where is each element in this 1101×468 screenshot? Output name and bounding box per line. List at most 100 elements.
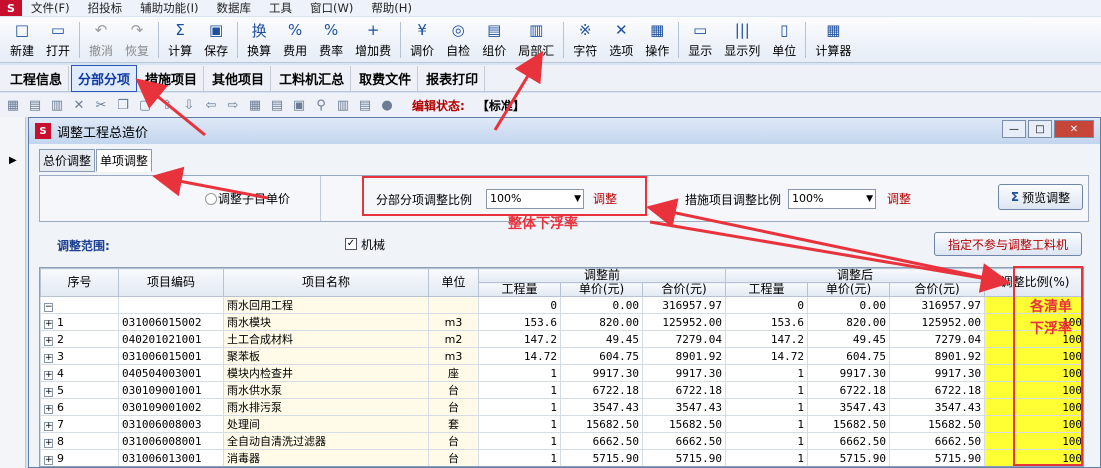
table-row[interactable]: +7 031006008003 处理间套 1 15682.50 15682.50 1 1568… — [40, 415, 1083, 433]
menu-help[interactable]: 帮助(H) — [362, 0, 421, 16]
machine-checkbox[interactable]: ✓ — [345, 238, 357, 250]
tab-single-adjust[interactable]: 单项调整 — [96, 149, 153, 172]
tab-fee-file[interactable]: 取费文件 — [353, 65, 419, 91]
menu-aux[interactable]: 辅助功能(I) — [131, 0, 207, 16]
expand-icon[interactable]: + — [44, 353, 53, 363]
toolbar-display-button[interactable]: ▭ 显示 — [682, 18, 718, 62]
minimize-icon[interactable]: — — [1002, 120, 1026, 138]
move-right-icon[interactable]: ⇨ — [225, 97, 241, 113]
toolbar-options-button[interactable]: ✕ 选项 — [603, 18, 639, 62]
layout-icon[interactable]: ▤ — [269, 97, 285, 113]
options-icon: ✕ — [614, 21, 628, 39]
table-row[interactable]: +2 040201021001 土工合成材料 m2 147.2 49.45 7279.04 1… — [40, 330, 1083, 348]
total-after-cell: 7279.04 — [889, 330, 986, 348]
table-row[interactable]: +9 031006013001 消毒器台 1 5715.90 5715.90 1 5715.9… — [40, 449, 1083, 466]
toolbar-self-check-button[interactable]: ◎ 自检 — [440, 18, 476, 62]
toolbar-calculator-button[interactable]: ▦ 计算器 — [809, 18, 857, 62]
find-icon[interactable]: ⚲ — [313, 97, 329, 113]
cut-icon[interactable]: ✂ — [93, 97, 109, 113]
tab-other-items[interactable]: 其他项目 — [206, 65, 272, 91]
seq-cell: +1 — [40, 313, 119, 331]
menu-bidding[interactable]: 招投标 — [79, 0, 132, 16]
tab-fenbu-fenxiang[interactable]: 分部分项 — [71, 64, 138, 92]
expand-icon[interactable]: + — [44, 370, 53, 380]
col-qty-before[interactable]: 工程量 — [478, 282, 561, 297]
measures-ratio-select[interactable]: 100% ▼ — [788, 189, 876, 209]
toolbar-new-file-button[interactable]: □ 新建 — [4, 18, 40, 62]
insert-child-icon[interactable]: ▥ — [49, 97, 65, 113]
col-price-before[interactable]: 单价(元) — [560, 282, 643, 297]
table-row[interactable]: +5 030109001001 雨水供水泵台 1 6722.18 6722.18 1 6722… — [40, 381, 1083, 399]
menu-tools[interactable]: 工具 — [260, 0, 301, 16]
move-up-icon[interactable]: ⇧ — [159, 97, 175, 113]
tab-report-print[interactable]: 报表打印 — [420, 65, 486, 91]
expand-icon[interactable]: + — [44, 421, 53, 431]
table-row[interactable]: +1 031006015002 雨水模块 m3 153.6 820.00 125952.00… — [40, 313, 1083, 331]
collapse-icon[interactable]: − — [44, 302, 53, 312]
expand-icon[interactable]: + — [44, 455, 53, 465]
toolbar-char-button[interactable]: ※ 字符 — [567, 18, 603, 62]
measures-adjust-link[interactable]: 调整 — [887, 190, 911, 207]
col-qty-after[interactable]: 工程量 — [725, 282, 809, 297]
move-down-icon[interactable]: ⇩ — [181, 97, 197, 113]
preview-adjust-button[interactable]: Σ 预览调整 — [998, 184, 1083, 210]
exclude-materials-button[interactable]: 指定不参与调整工料机 — [934, 232, 1082, 256]
grid-icon[interactable]: ▦ — [5, 97, 21, 113]
filter-icon[interactable]: ▤ — [357, 97, 373, 113]
undo-icon: ↶ — [94, 21, 108, 39]
toolbar-columns-button[interactable]: ||| 显示列 — [718, 18, 766, 62]
toolbar-open-folder-button[interactable]: ▭ 打开 — [40, 18, 76, 62]
toolbar-redo-button[interactable]: ↷ 恢复 — [119, 18, 155, 62]
seq-cell: +8 — [40, 432, 119, 450]
expand-icon[interactable]: + — [44, 319, 53, 329]
close-icon[interactable]: ✕ — [1054, 120, 1094, 138]
toolbar-rate-button[interactable]: % 费率 — [313, 18, 349, 62]
toolbar-yen-button[interactable]: ¥ 调价 — [404, 18, 440, 62]
expand-icon[interactable]: + — [44, 387, 53, 397]
table-row[interactable]: +8 031006008001 全自动自清洗过滤器台 1 6662.50 6662.50 1… — [40, 432, 1083, 450]
toolbar-undo-button[interactable]: ↶ 撤消 — [83, 18, 119, 62]
col-total-after[interactable]: 合价(元) — [889, 282, 986, 297]
toolbar-operate-button[interactable]: ▦ 操作 — [639, 18, 675, 62]
toolbar-partial-summary-button[interactable]: ▥ 局部汇 — [512, 18, 560, 62]
menu-window[interactable]: 窗口(W) — [301, 0, 362, 16]
col-total-before[interactable]: 合价(元) — [641, 282, 727, 297]
toolbar-sigma-button[interactable]: Σ 计算 — [162, 18, 198, 62]
table-row[interactable]: +6 030109001002 雨水排污泵台 1 3547.43 3547.43 1 3547… — [40, 398, 1083, 416]
toolbar-unit-button[interactable]: ▯ 单位 — [766, 18, 802, 62]
insert-row-icon[interactable]: ▤ — [27, 97, 43, 113]
table-row[interactable]: +4 040504003001 模块内检查井座 1 9917.30 9917.30 1 991… — [40, 364, 1083, 382]
maximize-icon[interactable]: □ — [1028, 120, 1052, 138]
toolbar-fee-button[interactable]: % 费用 — [277, 18, 313, 62]
expand-icon[interactable]: + — [44, 336, 53, 346]
move-left-icon[interactable]: ⇦ — [203, 97, 219, 113]
tab-measures[interactable]: 措施项目 — [139, 65, 205, 91]
expand-icon[interactable]: + — [44, 438, 53, 448]
tree-icon[interactable]: ▥ — [335, 97, 351, 113]
table-row[interactable]: − 雨水回用工程 0 0.00 316957.97 0 0.00 316957.97 — [40, 296, 1083, 314]
menu-file[interactable]: 文件(F) — [22, 0, 79, 16]
col-price-after[interactable]: 单价(元) — [807, 282, 891, 297]
adjust-unit-price-radio[interactable] — [205, 193, 217, 205]
col-name[interactable]: 项目名称 — [223, 268, 429, 297]
bulb-icon[interactable]: ● — [379, 97, 395, 113]
menu-database[interactable]: 数据库 — [207, 0, 260, 16]
toolbar-convert-button[interactable]: 换换算 — [241, 18, 277, 62]
col-unit[interactable]: 单位 — [428, 268, 479, 297]
paste-icon[interactable]: ▢ — [137, 97, 153, 113]
col-code[interactable]: 项目编码 — [118, 268, 224, 297]
tab-project-info[interactable]: 工程信息 — [4, 65, 70, 91]
col-seq[interactable]: 序号 — [40, 268, 119, 297]
copy-icon[interactable]: ❐ — [115, 97, 131, 113]
tab-total-adjust[interactable]: 总价调整 — [39, 149, 96, 172]
toolbar-add-fee-button[interactable]: + 增加费 — [349, 18, 397, 62]
format-icon[interactable]: ▦ — [247, 97, 263, 113]
expand-icon[interactable]: + — [44, 404, 53, 414]
define-icon[interactable]: ▣ — [291, 97, 307, 113]
toolbar-button-label: 单位 — [772, 44, 797, 58]
toolbar-save-button[interactable]: ▣ 保存 — [198, 18, 234, 62]
tab-material-summary[interactable]: 工料机汇总 — [273, 65, 352, 91]
toolbar-group-price-button[interactable]: ▤ 组价 — [476, 18, 512, 62]
table-row[interactable]: +3 031006015001 聚苯板 m3 14.72 604.75 8901.92 14.… — [40, 347, 1083, 365]
delete-icon[interactable]: ✕ — [71, 97, 87, 113]
